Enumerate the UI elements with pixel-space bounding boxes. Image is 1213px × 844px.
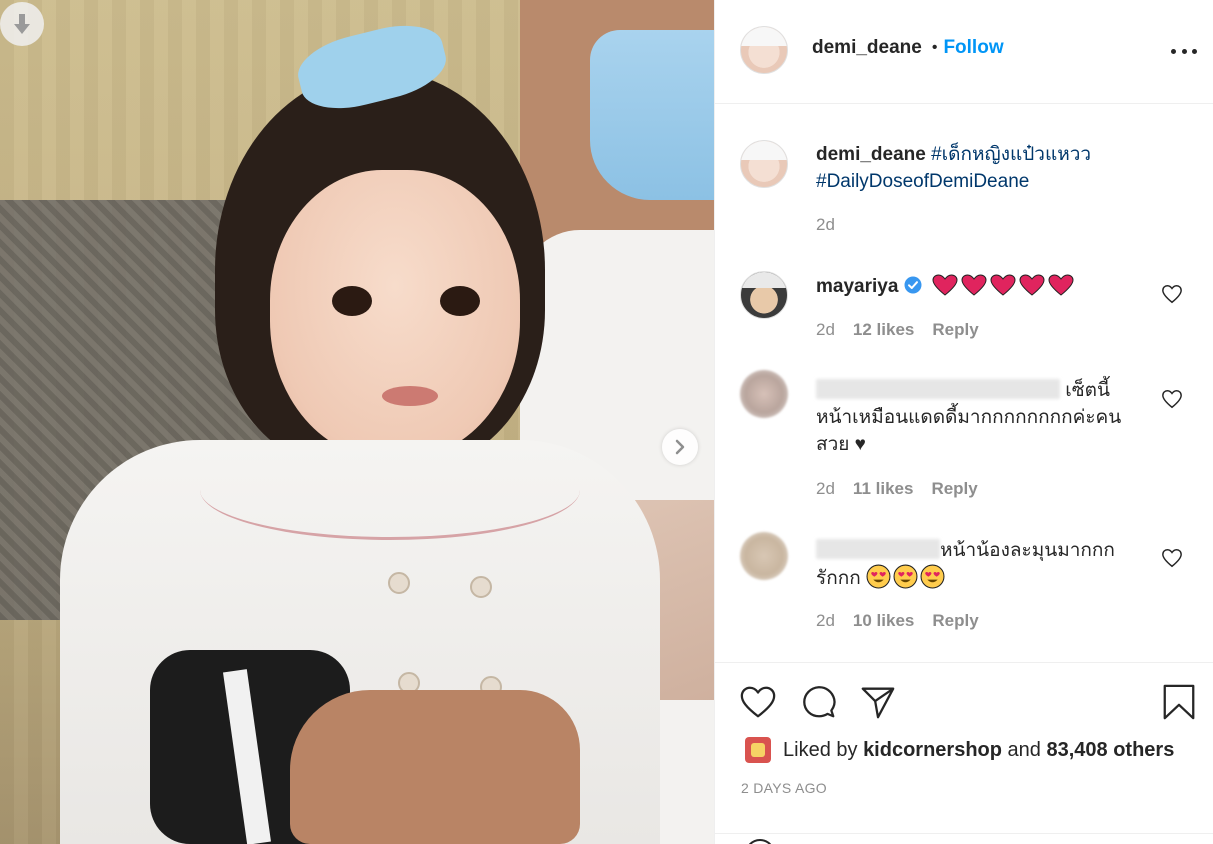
red-heart-emoji bbox=[1048, 274, 1074, 296]
commenter-avatar[interactable] bbox=[740, 271, 788, 319]
verified-badge-icon bbox=[904, 276, 922, 294]
liker-avatar[interactable] bbox=[745, 737, 771, 763]
download-button[interactable] bbox=[0, 2, 44, 46]
paper-plane-icon[interactable] bbox=[859, 683, 897, 721]
avatar-cap bbox=[741, 272, 787, 289]
photo-mouth bbox=[382, 386, 438, 406]
red-heart-emoji bbox=[961, 274, 987, 296]
header-name-row: demi_deane • Follow bbox=[812, 37, 1004, 59]
comment-likes[interactable]: 12 likes bbox=[853, 320, 914, 340]
commenter-username[interactable]: mayariya bbox=[816, 276, 898, 297]
reply-button[interactable]: Reply bbox=[931, 479, 977, 499]
chevron-right-icon bbox=[675, 439, 685, 455]
more-options-icon[interactable] bbox=[1171, 38, 1197, 64]
add-comment-bar bbox=[715, 833, 1213, 844]
caption-meta: 2d bbox=[816, 215, 835, 235]
reply-button[interactable]: Reply bbox=[932, 320, 978, 340]
hashtag-link[interactable]: #DailyDoseofDemiDeane bbox=[816, 171, 1029, 192]
author-avatar[interactable] bbox=[740, 26, 788, 74]
comment-like-heart-icon[interactable] bbox=[1161, 388, 1183, 410]
photo-child-face bbox=[270, 170, 520, 460]
next-image-button[interactable] bbox=[662, 429, 698, 465]
blurred-username[interactable] bbox=[816, 539, 940, 559]
hashtag-link[interactable]: #เด็กหญิงแป๋วแหวว bbox=[931, 144, 1091, 165]
post-header: demi_deane • Follow bbox=[715, 0, 1213, 104]
heart-icon[interactable] bbox=[739, 683, 777, 721]
comment-text-line: เซ็ตนี้ bbox=[1065, 380, 1110, 401]
more-dot bbox=[1171, 48, 1176, 54]
author-username[interactable]: demi_deane bbox=[812, 37, 922, 59]
comment-time[interactable]: 2d bbox=[816, 320, 835, 340]
comment-time[interactable]: 2d bbox=[816, 611, 835, 631]
photo-button bbox=[388, 572, 410, 594]
comment-text: mayariya bbox=[816, 273, 1077, 300]
red-heart-emoji bbox=[932, 274, 958, 296]
photo-collar bbox=[200, 440, 580, 540]
commenter-avatar[interactable] bbox=[740, 532, 788, 580]
photo-button bbox=[470, 576, 492, 598]
heart-eyes-emoji bbox=[893, 564, 918, 589]
likes-count[interactable]: 83,408 others bbox=[1046, 739, 1174, 762]
download-arrow-icon bbox=[14, 14, 30, 34]
comment-likes[interactable]: 11 likes bbox=[853, 479, 914, 499]
commenter-avatar[interactable] bbox=[740, 370, 788, 418]
comment-text-line: รักกก bbox=[816, 568, 861, 589]
comment-like-heart-icon[interactable] bbox=[1161, 547, 1183, 569]
comment-meta: 2d 12 likes Reply bbox=[816, 320, 979, 340]
caption-avatar[interactable] bbox=[740, 140, 788, 188]
red-heart-emoji bbox=[1019, 274, 1045, 296]
comment-text-line: หน้าเหมือนแดดดี้มากกกกกกกกค่ะคน bbox=[816, 407, 1122, 428]
comment-time[interactable]: 2d bbox=[816, 479, 835, 499]
photo-face-mask bbox=[590, 30, 714, 200]
heart-eyes-emoji bbox=[920, 564, 945, 589]
comment-meta: 2d 10 likes Reply bbox=[816, 611, 979, 631]
avatar-cap bbox=[741, 141, 787, 161]
comment-icon[interactable] bbox=[800, 683, 838, 721]
blurred-username[interactable] bbox=[816, 379, 1060, 399]
liked-by-prefix: Liked by bbox=[783, 738, 858, 761]
more-dot bbox=[1181, 48, 1187, 54]
photo-eye-right bbox=[440, 286, 480, 316]
comment-text-line: สวย ♥ bbox=[816, 434, 866, 455]
bookmark-icon[interactable] bbox=[1160, 683, 1198, 721]
post-time-ago[interactable]: 2 DAYS AGO bbox=[741, 780, 827, 796]
liked-by-and: and bbox=[1007, 738, 1041, 761]
comment-text: หน้าน้องละมุนมากกก รักกก bbox=[816, 537, 1156, 592]
photo-eye-left bbox=[332, 286, 372, 316]
photo-hand bbox=[290, 690, 580, 844]
comment-text-line: หน้าน้องละมุนมากกก bbox=[940, 540, 1115, 561]
separator-dot: • bbox=[931, 39, 938, 56]
more-dot bbox=[1192, 48, 1197, 54]
liked-by-row: Liked by kidcornershop and 83,408 others bbox=[745, 737, 1174, 763]
follow-button[interactable]: Follow bbox=[943, 37, 1003, 59]
post-side-panel: demi_deane • Follow demi_deane #เด็กหญิง… bbox=[714, 0, 1213, 844]
heart-eyes-emoji bbox=[866, 564, 891, 589]
reply-button[interactable]: Reply bbox=[932, 611, 978, 631]
red-heart-emoji bbox=[990, 274, 1016, 296]
comment-meta: 2d 11 likes Reply bbox=[816, 479, 978, 499]
comment-text: เซ็ตนี้ หน้าเหมือนแดดดี้มากกกกกกกกค่ะคน … bbox=[816, 377, 1156, 458]
post-photo[interactable] bbox=[0, 0, 714, 844]
caption-username[interactable]: demi_deane bbox=[816, 144, 926, 165]
caption-text: demi_deane #เด็กหญิงแป๋วแหวว #DailyDoseo… bbox=[816, 141, 1091, 195]
post-actions: Liked by kidcornershop and 83,408 others… bbox=[715, 662, 1213, 844]
liker-username[interactable]: kidcornershop bbox=[863, 739, 1002, 762]
caption-time[interactable]: 2d bbox=[816, 215, 835, 235]
avatar-cap bbox=[741, 27, 787, 47]
comment-likes[interactable]: 10 likes bbox=[853, 611, 914, 631]
comment-like-heart-icon[interactable] bbox=[1161, 283, 1183, 305]
